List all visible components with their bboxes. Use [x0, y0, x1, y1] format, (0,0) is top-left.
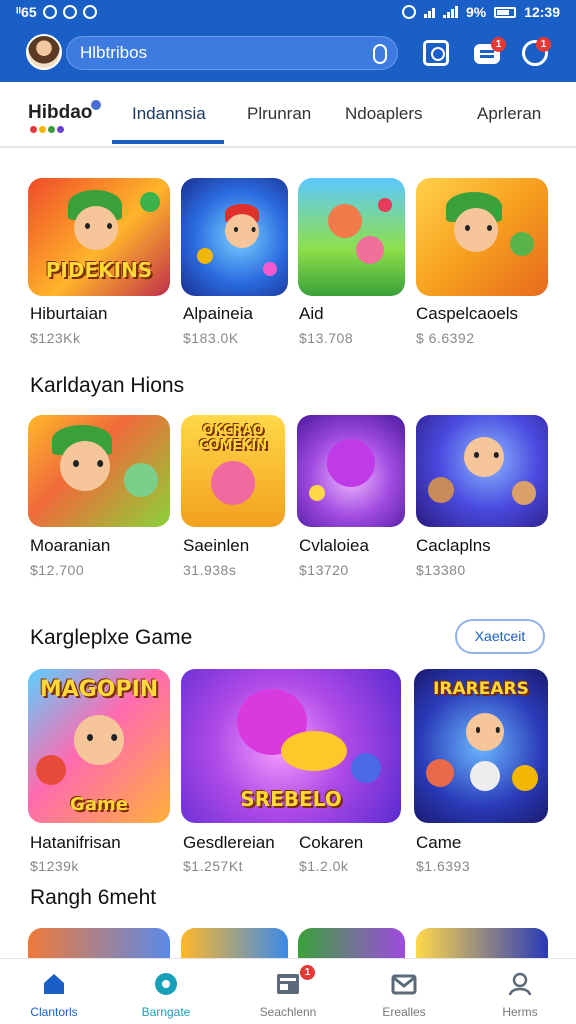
game-price: $12.700	[30, 562, 85, 578]
game-name[interactable]: Caclaplns	[416, 536, 491, 556]
see-all-button[interactable]: Xaetceit	[455, 619, 545, 654]
section-title: Karldayan Hions	[30, 374, 185, 397]
nav-item-profile[interactable]: Herms	[472, 959, 568, 1024]
game-name[interactable]: Gesdlereian	[183, 833, 275, 853]
bottom-navigation: Clantorls Barngate 1 Seachlenn Erealles …	[0, 958, 576, 1024]
tab-plrunran[interactable]: Plrunran	[247, 104, 311, 124]
app-header: ᴵᴵ65 9% 12:39 Hlbtribos 1 1	[0, 0, 576, 82]
notification-badge: 1	[536, 37, 551, 52]
avatar[interactable]	[26, 34, 62, 70]
status-time: 12:39	[524, 4, 560, 20]
game-thumbnail[interactable]	[28, 415, 170, 527]
notification-status-icon	[42, 5, 57, 19]
game-name[interactable]: Saeinlen	[183, 536, 249, 556]
game-price: $ 6.6392	[416, 330, 475, 346]
game-thumbnail[interactable]	[298, 178, 405, 296]
thumbnail-title: PIDEKINS	[45, 257, 153, 282]
game-price: $1.6393	[416, 858, 471, 874]
logo-dots-icon	[30, 126, 64, 133]
thumbnail-title: OKCRAO COMEKIN	[198, 423, 268, 453]
game-thumbnail[interactable]	[416, 178, 548, 296]
wifi-icon	[423, 6, 435, 18]
nav-label: Seachlenn	[259, 1005, 317, 1019]
game-thumbnail[interactable]: MAGOPIN Game	[28, 669, 170, 823]
camera-icon[interactable]	[423, 40, 449, 66]
game-name[interactable]: Hatanifrisan	[30, 833, 121, 853]
game-name[interactable]: Cokaren	[299, 833, 363, 853]
game-name[interactable]: Hiburtaian	[30, 304, 108, 324]
nav-badge: 1	[300, 965, 315, 980]
app-status-icon	[62, 5, 77, 19]
thumbnail-title: MAGOPIN	[39, 677, 159, 702]
game-thumbnail[interactable]: IRAREARS	[414, 669, 548, 823]
game-price: $13720	[299, 562, 349, 578]
game-name[interactable]: Caspelcaoels	[416, 304, 518, 324]
game-price: $13380	[416, 562, 466, 578]
section-title: Kargleplxe Game	[30, 626, 193, 649]
sync-status-icon	[82, 5, 97, 19]
gamepad-icon	[155, 973, 177, 995]
game-name[interactable]: Aid	[299, 304, 324, 324]
game-thumbnail[interactable]: SREBELO	[181, 669, 401, 823]
nav-label: Erealles	[382, 1005, 426, 1019]
tab-ndoaplers[interactable]: Ndoaplers	[345, 104, 423, 124]
nav-item-home[interactable]: Clantorls	[6, 959, 102, 1024]
game-price: $123Kk	[30, 330, 81, 346]
search-input[interactable]: Hlbtribos	[66, 36, 398, 70]
game-thumbnail[interactable]	[181, 178, 288, 296]
nav-label: Barngate	[141, 1005, 191, 1019]
signal-icon	[442, 6, 458, 18]
logo-badge-icon	[91, 100, 101, 110]
app-logo[interactable]: Hibdao	[28, 102, 92, 124]
battery-icon	[494, 6, 517, 18]
game-price: $1.2.0k	[299, 858, 349, 874]
game-thumbnail[interactable]	[297, 415, 405, 527]
active-tab-indicator	[112, 140, 224, 144]
game-price: $13.708	[299, 330, 354, 346]
game-name[interactable]: Alpaineia	[183, 304, 253, 324]
game-price: $183.0K	[183, 330, 239, 346]
nav-item-search[interactable]: 1 Seachlenn	[240, 959, 336, 1024]
game-price: 31.938s	[183, 562, 237, 578]
alarm-icon	[401, 5, 416, 19]
battery-percent: 9%	[465, 4, 487, 20]
game-name[interactable]: Cvlaloiea	[299, 536, 369, 556]
game-name[interactable]: Came	[416, 833, 461, 853]
game-price: $1239k	[30, 858, 79, 874]
nav-item-mail[interactable]: Erealles	[356, 959, 452, 1024]
game-price: $1.257Kt	[183, 858, 244, 874]
nav-item-games[interactable]: Barngate	[118, 959, 214, 1024]
category-tabs: Hibdao Indannsia Plrunran Ndoaplers Aprl…	[0, 82, 576, 148]
thumbnail-title: SREBELO	[240, 787, 342, 811]
nav-label: Herms	[502, 1005, 538, 1019]
game-thumbnail[interactable]: OKCRAO COMEKIN	[181, 415, 285, 527]
game-name[interactable]: Moaranian	[30, 536, 110, 556]
nav-label: Clantorls	[30, 1005, 78, 1019]
game-thumbnail[interactable]	[416, 415, 548, 527]
thumbnail-title: IRAREARS	[433, 679, 529, 699]
thumbnail-subtitle: Game	[70, 794, 128, 815]
chat-badge: 1	[491, 37, 506, 52]
home-icon	[44, 974, 64, 994]
tab-indannsia[interactable]: Indannsia	[132, 104, 206, 124]
status-carrier: ᴵᴵ65	[16, 4, 37, 20]
status-bar: ᴵᴵ65 9% 12:39	[0, 0, 576, 26]
news-icon	[277, 974, 299, 994]
game-thumbnail[interactable]: PIDEKINS	[28, 178, 170, 296]
tab-aprleran[interactable]: Aprleran	[477, 104, 541, 124]
search-text: Hlbtribos	[80, 43, 148, 62]
mail-icon	[391, 974, 417, 995]
microphone-icon[interactable]	[373, 44, 387, 64]
profile-icon	[508, 972, 532, 996]
section-title: Rangh 6meht	[30, 886, 157, 909]
